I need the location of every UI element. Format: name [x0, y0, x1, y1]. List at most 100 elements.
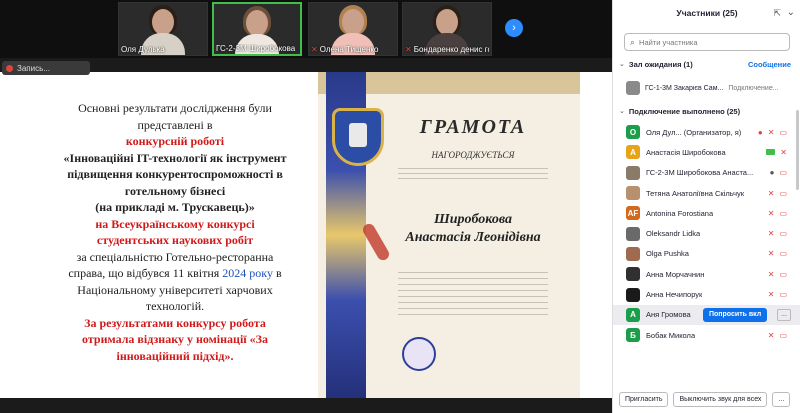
slide-line: на Всеукраїнському конкурсі: [95, 216, 255, 231]
list-item[interactable]: Oleksandr Lidka ✕ ▭: [613, 223, 800, 243]
avatar: А: [626, 145, 640, 160]
mic-off-icon: ✕: [405, 45, 412, 54]
waiting-participant-row[interactable]: ГС-1-3М Закарієв Сам... Подключение...: [613, 78, 800, 98]
search-input[interactable]: [639, 37, 780, 47]
video-tile[interactable]: Оля Дулька: [118, 2, 208, 56]
invite-button[interactable]: Пригласить: [619, 391, 669, 407]
recording-label: Запись...: [17, 63, 50, 73]
list-item[interactable]: Тетяна Анатоліївна Скільчук ✕ ▭: [613, 183, 800, 203]
gallery-strip: Оля Дулька ГС-2-3М Широбокова ... ✕ Олена…: [0, 0, 612, 58]
video-off-icon: ▭: [779, 269, 787, 279]
participant-name: Оля Дул... (Организатор, я): [646, 127, 742, 137]
avatar: [626, 287, 640, 302]
list-item[interactable]: AF Antonina Forostiana ✕ ▭: [613, 203, 800, 223]
participant-name: Аня Громова: [646, 310, 691, 320]
video-on-icon: [766, 149, 776, 156]
avatar: [626, 246, 640, 261]
avatar: А: [626, 307, 640, 322]
slide-line: За результатами конкурсу робота: [84, 315, 266, 330]
connection-status: Подключение...: [728, 84, 779, 92]
participant-name: ГС-1-3М Закарієв Сам...: [645, 84, 724, 92]
mute-all-button[interactable]: Выключить звук для всех: [673, 391, 768, 407]
slide-line: підвищення конкурентоспроможності в: [67, 167, 283, 181]
avatar: [152, 9, 174, 35]
search-box[interactable]: ⌕: [624, 33, 790, 51]
avatar: [626, 186, 640, 201]
video-off-icon: ▭: [779, 229, 787, 239]
slide-line: Основні результати дослідження були: [78, 101, 272, 115]
participants-panel: Участники (25) ⇱ ⌄ ⌕ ⌄ Зал ожидания (1) …: [612, 0, 800, 413]
participant-name: Анастасія Широбокова: [646, 147, 726, 157]
list-item[interactable]: А Анастасія Широбокова ✕: [613, 142, 800, 162]
mic-off-icon: ✕: [780, 147, 787, 157]
participant-name: Oleksandr Lidka: [646, 229, 701, 239]
slide-line: студентських наукових робіт: [96, 233, 254, 247]
message-button[interactable]: Сообщение: [748, 60, 791, 69]
slide-line: (на прикладі м. Трускавець)»: [95, 200, 255, 214]
certificate-fine-print: [398, 272, 548, 318]
list-item[interactable]: О Оля Дул... (Организатор, я) ● ✕ ▭: [613, 122, 800, 142]
video-tile-active-speaker[interactable]: ГС-2-3М Широбокова ...: [212, 2, 302, 56]
zoom-window: Оля Дулька ГС-2-3М Широбокова ... ✕ Олена…: [0, 0, 800, 413]
video-off-icon: ▭: [779, 290, 787, 300]
tile-name: Олена Тищенко: [319, 45, 379, 54]
scrollbar[interactable]: [796, 110, 799, 190]
list-item[interactable]: Анна Морчачнин ✕ ▭: [613, 264, 800, 284]
participant-name: Antonina Forostiana: [646, 208, 714, 218]
list-item[interactable]: Olga Pushka ✕ ▭: [613, 244, 800, 264]
chevron-down-icon[interactable]: ⌄: [787, 7, 795, 18]
avatar: [626, 267, 640, 282]
chevron-right-icon[interactable]: ›: [505, 19, 523, 37]
certificate-fine-print: [398, 168, 548, 182]
list-item[interactable]: Б Бобак Микола ✕ ▭: [613, 325, 800, 345]
certificate-title: ГРАМОТА: [419, 116, 527, 138]
ask-to-unmute-button[interactable]: Попросить вкл: [703, 307, 768, 322]
more-options-button[interactable]: ...: [772, 391, 791, 407]
tile-name: Оля Дулька: [121, 45, 165, 54]
recording-indicator[interactable]: Запись...: [2, 61, 90, 75]
more-options-button[interactable]: ...: [777, 308, 791, 321]
list-item[interactable]: ГС-2-3М Широбокова Анаста... ● ▭: [613, 163, 800, 183]
avatar: [342, 9, 364, 35]
avatar: [626, 81, 640, 95]
video-off-icon: ▭: [779, 127, 787, 137]
video-off-icon: ▭: [779, 330, 787, 340]
slide-line: інноваційний підхід».: [116, 348, 234, 363]
slide-line: справа, що відбувся 11 квітня 2024 року …: [68, 266, 282, 280]
certificate-subtitle: НАГОРОДЖУЄТЬСЯ: [431, 150, 515, 160]
slide-line: «Інноваційні IT-технології як інструмент: [63, 150, 287, 165]
slide-text: Основні результати дослідження були пред…: [30, 100, 320, 364]
mic-off-icon: ✕: [311, 45, 318, 54]
slide-line: представлені в: [137, 117, 213, 132]
mic-off-icon: ✕: [767, 269, 775, 279]
video-off-icon: ▭: [779, 249, 787, 259]
participant-name: ГС-2-3М Широбокова Анаста...: [646, 168, 754, 178]
participant-list: О Оля Дул... (Организатор, я) ● ✕ ▭ А Анастасі…: [613, 122, 800, 345]
mic-off-icon: ✕: [767, 188, 775, 198]
list-item[interactable]: Анна Нечипорук ✕ ▭: [613, 284, 800, 304]
participant-name: Olga Pushka: [646, 249, 689, 259]
popout-icon[interactable]: ⇱: [773, 8, 781, 19]
avatar: [626, 226, 640, 241]
chevron-down-icon: ⌄: [619, 61, 625, 68]
shared-screen: Основні результати дослідження були пред…: [0, 72, 612, 398]
video-tile[interactable]: ✕ Олена Тищенко: [308, 2, 398, 56]
panel-title: Участники (25): [676, 8, 738, 18]
slide-line: за спеціальністю Готельно-ресторанна: [76, 249, 274, 264]
record-icon: ●: [757, 127, 763, 137]
avatar: О: [626, 125, 640, 140]
waiting-room-section[interactable]: ⌄ Зал ожидания (1) Сообщение: [613, 56, 800, 72]
mic-off-icon: ✕: [767, 290, 775, 300]
chevron-down-icon: ⌄: [619, 108, 625, 115]
university-emblem-icon: [332, 108, 384, 166]
record-icon: [6, 64, 13, 72]
tile-name: Бондаренко денис гс...: [413, 45, 489, 54]
slide-line: готельному бізнесі: [124, 183, 226, 198]
video-tile[interactable]: ✕Бондаренко денис гс...: [402, 2, 492, 56]
slide-line: отримала відзнаку у номінації «За: [82, 332, 268, 346]
list-item[interactable]: А Аня Громова Попросить вкл...: [613, 304, 800, 325]
certificate-image: ГРАМОТА НАГОРОДЖУЄТЬСЯ Широбокова Анаста…: [318, 72, 580, 398]
certificate-recipient-name: Анастасія Леонідівна: [405, 230, 541, 245]
connected-section[interactable]: ⌄ Подключение выполнено (25): [613, 103, 800, 119]
participant-name: Тетяна Анатоліївна Скільчук: [646, 188, 745, 198]
